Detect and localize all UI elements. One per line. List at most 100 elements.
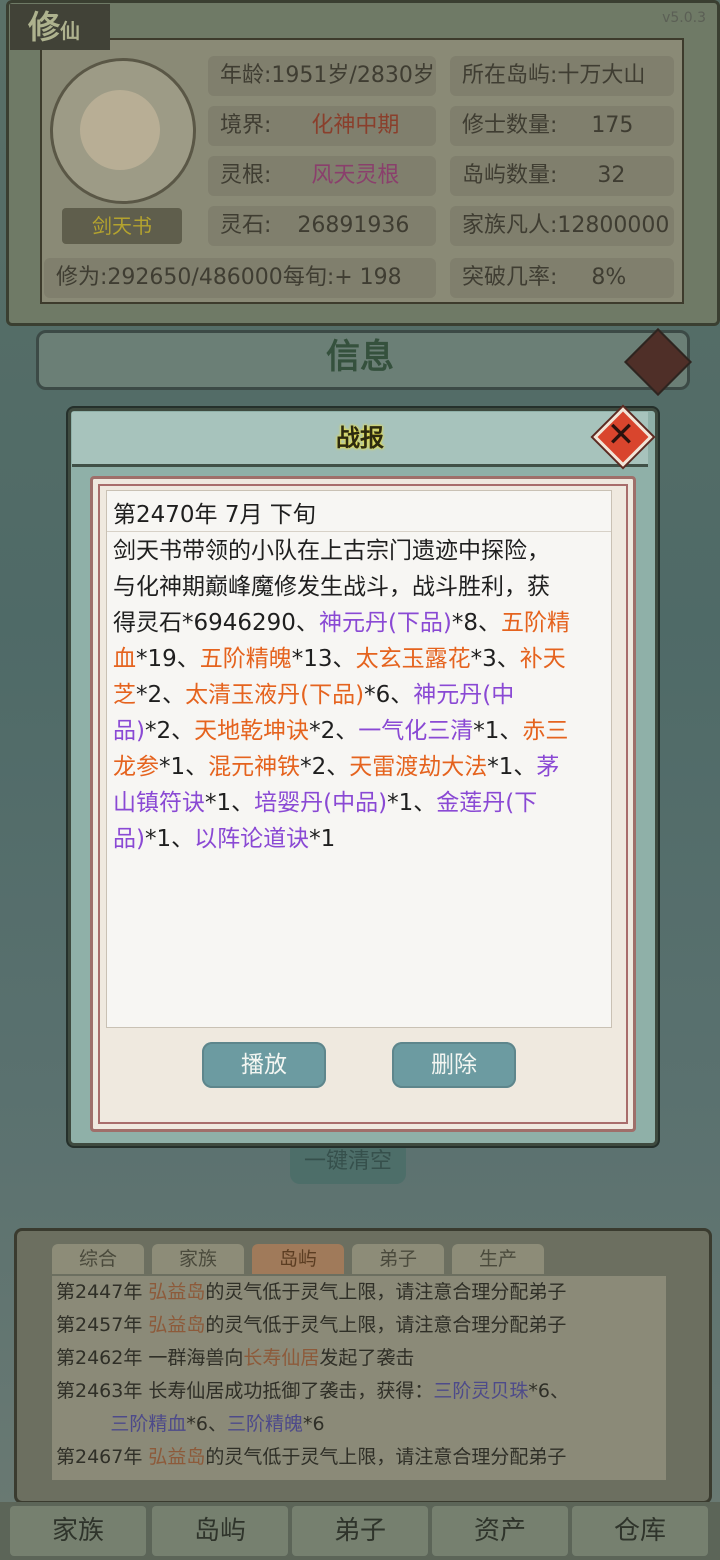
nav-islands[interactable]: 岛屿 <box>152 1506 288 1556</box>
log-segment: 第2463年 长寿仙居成功抵御了袭击，获得： <box>56 1380 434 1402</box>
report-line: 得灵石*6946290、神元丹(下品)*8、五阶精 <box>113 605 611 641</box>
log-line: 第2447年 弘益岛的灵气低于灵气上限，请注意合理分配弟子 <box>52 1276 666 1309</box>
report-segment: *1、 <box>387 790 437 816</box>
report-segment: 天雷渡劫大法 <box>349 754 488 780</box>
log-segment: *6、 <box>528 1380 570 1402</box>
divider <box>107 531 611 532</box>
log-line: 第2457年 弘益岛的灵气低于灵气上限，请注意合理分配弟子 <box>52 1309 666 1342</box>
report-line: 山镇符诀*1、培婴丹(中品)*1、金莲丹(下 <box>113 785 611 821</box>
report-segment: 血 <box>113 646 136 672</box>
report-segment: 山镇符诀 <box>113 790 205 816</box>
report-segment: 神元丹(下品) <box>318 610 452 636</box>
stat-island-count: 岛屿数量: 32 <box>450 156 674 196</box>
log-segment: 发起了袭击 <box>319 1347 415 1369</box>
stat-realm: 境界: 化神中期 <box>208 106 436 146</box>
report-segment: 太清玉液丹(下品) <box>185 682 365 708</box>
report-line: 品)*2、天地乾坤诀*2、一气化三清*1、赤三 <box>113 713 611 749</box>
log-segment: 的灵气低于灵气上限，请注意合理分配弟子 <box>205 1314 567 1336</box>
log-line: 第2463年 长寿仙居成功抵御了袭击，获得：三阶灵贝珠*6、 <box>52 1375 666 1408</box>
nav-warehouse[interactable]: 仓库 <box>572 1506 708 1556</box>
log-tab-disciples[interactable]: 弟子 <box>352 1244 444 1274</box>
report-segment: 补天 <box>519 646 566 672</box>
game-title: 修仙 <box>10 4 110 50</box>
log-segment: 第2447年 <box>56 1281 149 1303</box>
log-tab-family[interactable]: 家族 <box>152 1244 244 1274</box>
report-segment: 赤三 <box>522 718 569 744</box>
close-icon[interactable]: ✕ <box>593 407 653 467</box>
report-line: 品)*1、以阵论道诀*1 <box>113 821 611 857</box>
report-segment: *13、 <box>291 646 356 672</box>
log-segment: 三阶精魄 <box>226 1413 303 1435</box>
report-segment: *19、 <box>136 646 200 672</box>
report-segment: *2、 <box>136 682 186 708</box>
report-segment: 太玄玉露花 <box>355 646 471 672</box>
log-segment: 的灵气低于灵气上限，请注意合理分配弟子 <box>205 1281 567 1303</box>
log-segment: *6、 <box>186 1413 227 1435</box>
report-line: 芝*2、太清玉液丹(下品)*6、神元丹(中 <box>113 677 611 713</box>
clear-all-button[interactable]: 一键清空 <box>290 1140 406 1184</box>
nav-assets[interactable]: 资产 <box>432 1506 568 1556</box>
report-segment: 以阵论道诀 <box>194 826 310 852</box>
report-segment: 与化神期巅峰魔修发生战斗，战斗胜利，获 <box>113 574 550 600</box>
stat-breakthrough: 突破几率: 8% <box>450 258 674 298</box>
modal-title: 战报 <box>336 424 384 452</box>
report-segment: *1、 <box>159 754 209 780</box>
stat-spirit-root: 灵根: 风天灵根 <box>208 156 436 196</box>
version-label: v5.0.3 <box>662 10 706 26</box>
report-segment: 培婴丹(中品) <box>254 790 388 816</box>
report-line: 与化神期巅峰魔修发生战斗，战斗胜利，获 <box>113 569 611 605</box>
report-line: 血*19、五阶精魄*13、太玄玉露花*3、补天 <box>113 641 611 677</box>
report-segment: 芝 <box>113 682 136 708</box>
stat-island: 所在岛屿:十万大山 <box>450 56 674 96</box>
play-button[interactable]: 播放 <box>202 1042 326 1088</box>
log-segment: 第2467年 <box>56 1446 149 1468</box>
report-segment: 混元神铁 <box>208 754 301 780</box>
report-segment: 神元丹(中 <box>413 682 515 708</box>
report-segment: 一气化三清 <box>358 718 474 744</box>
log-segment: 弘益岛 <box>148 1446 206 1468</box>
stat-cultivation: 修为:292650/486000每旬:+ 198 <box>44 258 436 298</box>
report-segment: 剑天书带领的小队在上古宗门遗迹中探险， <box>113 538 550 564</box>
report-segment: *1、 <box>473 718 523 744</box>
log-segment: 三阶精血 <box>110 1413 187 1435</box>
report-segment: *3、 <box>470 646 520 672</box>
report-segment: 龙参 <box>113 754 159 780</box>
report-segment: 品) <box>113 826 145 852</box>
log-segment: 三阶灵贝珠 <box>433 1380 529 1402</box>
report-date: 第2470年 7月 下旬 <box>113 502 316 528</box>
log-tab-general[interactable]: 综合 <box>52 1244 144 1274</box>
report-segment: 五阶精 <box>501 610 571 636</box>
nav-disciples[interactable]: 弟子 <box>292 1506 428 1556</box>
log-segment <box>56 1413 110 1435</box>
stat-mortals: 家族凡人:12800000 <box>450 206 674 246</box>
report-segment: *2、 <box>144 718 195 744</box>
report-text-area[interactable]: 第2470年 7月 下旬 剑天书带领的小队在上古宗门遗迹中探险， 与化神期巅峰魔修… <box>106 490 612 1028</box>
log-segment: 的灵气低于灵气上限，请注意合理分配弟子 <box>205 1446 567 1468</box>
report-segment: 得灵石*6946290、 <box>113 610 319 636</box>
log-segment: 长寿仙居 <box>243 1347 320 1369</box>
report-segment: *2、 <box>309 718 359 744</box>
stat-age: 年龄:1951岁/2830岁 <box>208 56 436 96</box>
report-body: 剑天书带领的小队在上古宗门遗迹中探险， 与化神期巅峰魔修发生战斗，战斗胜利，获 得灵… <box>113 533 611 857</box>
nav-family[interactable]: 家族 <box>10 1506 146 1556</box>
report-segment: 品) <box>113 718 145 744</box>
log-segment: *6 <box>302 1413 325 1435</box>
delete-button[interactable]: 删除 <box>392 1042 516 1088</box>
log-tab-production[interactable]: 生产 <box>452 1244 544 1274</box>
report-segment: 金莲丹(下 <box>436 790 538 816</box>
report-segment: 五阶精魄 <box>199 646 292 672</box>
report-segment: *1、 <box>487 754 537 780</box>
report-segment: *8、 <box>451 610 502 636</box>
stat-spirit-stones: 灵石: 26891936 <box>208 206 436 246</box>
avatar-face-icon <box>80 90 160 170</box>
report-segment: 天地乾坤诀 <box>194 718 310 744</box>
report-segment: *6、 <box>364 682 414 708</box>
stat-cultivators: 修士数量: 175 <box>450 106 674 146</box>
log-segment: 第2457年 <box>56 1314 149 1336</box>
log-line: 第2462年 一群海兽向长寿仙居发起了袭击 <box>52 1342 666 1375</box>
log-tab-island[interactable]: 岛屿 <box>252 1244 344 1274</box>
log-line: 第2467年 弘益岛的灵气低于灵气上限，请注意合理分配弟子 <box>52 1441 666 1474</box>
log-segment: 弘益岛 <box>148 1281 206 1303</box>
report-segment: *1、 <box>205 790 255 816</box>
report-segment: *1 <box>309 826 336 852</box>
